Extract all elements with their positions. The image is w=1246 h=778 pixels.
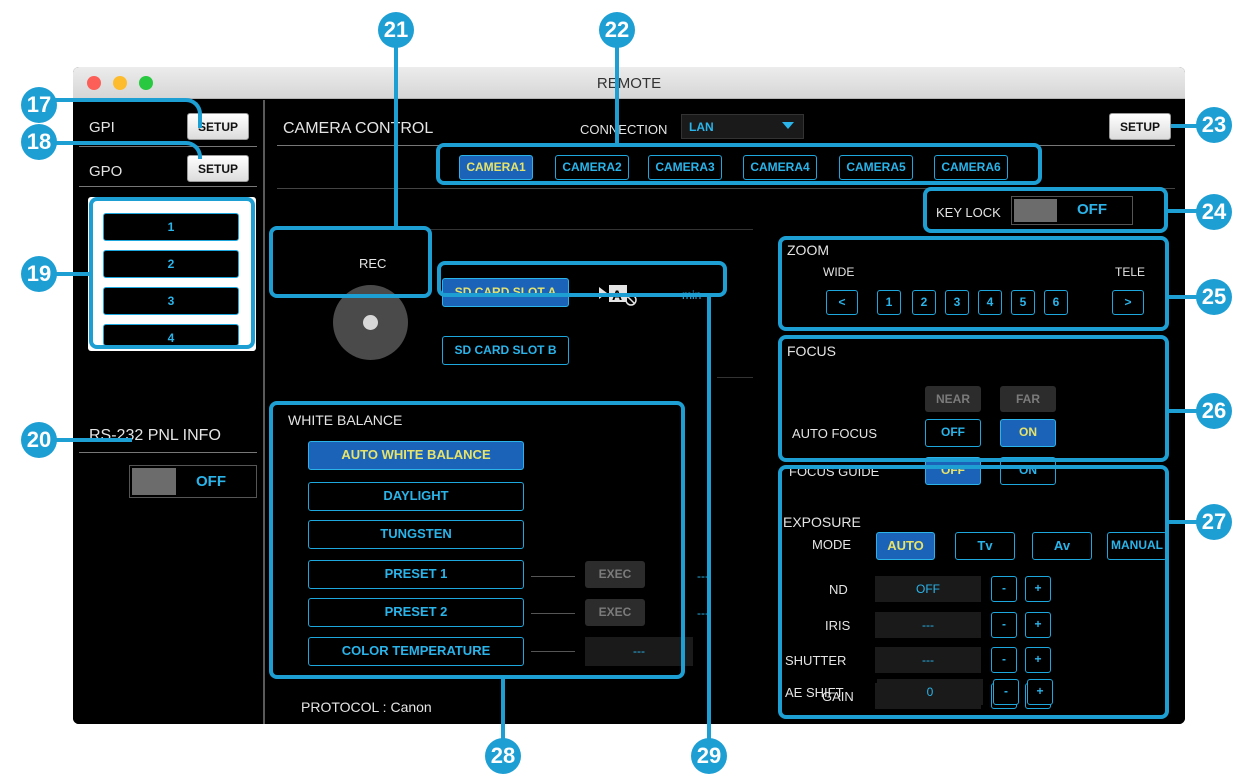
callout-badge-17: 17 bbox=[21, 87, 57, 123]
divider bbox=[79, 452, 257, 453]
connector-24 bbox=[1168, 209, 1198, 213]
callout-badge-28: 28 bbox=[485, 738, 521, 774]
callout-badge-25: 25 bbox=[1196, 279, 1232, 315]
connector-17 bbox=[42, 98, 202, 128]
callout-badge-23: 23 bbox=[1196, 107, 1232, 143]
callout-badge-26: 26 bbox=[1196, 393, 1232, 429]
callout-badge-19: 19 bbox=[21, 256, 57, 292]
window-title: REMOTE bbox=[596, 75, 662, 92]
divider bbox=[79, 186, 257, 187]
rs232-label: RS-232 PNL INFO bbox=[89, 427, 221, 444]
callout-frame-27 bbox=[778, 465, 1169, 719]
chevron-down-icon bbox=[782, 122, 794, 129]
camera-setup-button[interactable]: SETUP bbox=[1109, 113, 1171, 140]
sd-slot-b-button[interactable]: SD CARD SLOT B bbox=[442, 336, 569, 365]
connector-27 bbox=[1169, 520, 1199, 524]
gpo-setup-button[interactable]: SETUP bbox=[187, 155, 249, 182]
callout-badge-27: 27 bbox=[1196, 504, 1232, 540]
toggle-knob bbox=[132, 468, 176, 495]
callout-frame-21 bbox=[269, 226, 432, 298]
callout-frame-29 bbox=[437, 261, 727, 297]
callout-badge-24: 24 bbox=[1196, 194, 1232, 230]
title-bar: REMOTE bbox=[73, 67, 1185, 99]
left-panel: GPI SETUP GPO SETUP 1 2 3 4 RS-232 PNL I… bbox=[73, 100, 265, 724]
gpo-label: GPO bbox=[89, 163, 123, 180]
protocol-label: PROTOCOL : Canon bbox=[301, 699, 432, 715]
callout-badge-29: 29 bbox=[691, 738, 727, 774]
camera-control-title: CAMERA CONTROL bbox=[283, 120, 434, 137]
rs232-toggle[interactable]: OFF bbox=[129, 465, 257, 498]
connection-label: CONNECTION bbox=[580, 122, 668, 137]
connection-select[interactable]: LAN bbox=[681, 114, 804, 139]
callout-badge-18: 18 bbox=[21, 124, 57, 160]
connector-25 bbox=[1169, 295, 1199, 299]
rs232-toggle-value: OFF bbox=[196, 473, 226, 490]
callout-frame-28 bbox=[269, 401, 685, 679]
connection-value: LAN bbox=[689, 120, 714, 134]
connector-26 bbox=[1169, 409, 1199, 413]
connector-22 bbox=[615, 38, 619, 144]
connector-18 bbox=[42, 141, 202, 159]
callout-frame-25 bbox=[778, 236, 1169, 331]
connector-23 bbox=[1171, 124, 1199, 128]
connector-29 bbox=[707, 297, 711, 741]
callout-badge-20: 20 bbox=[21, 422, 57, 458]
callout-frame-24 bbox=[923, 187, 1168, 233]
divider bbox=[717, 377, 753, 378]
connector-21 bbox=[394, 38, 398, 228]
callout-badge-21: 21 bbox=[378, 12, 414, 48]
connector-28 bbox=[501, 679, 505, 741]
callout-frame-26 bbox=[778, 335, 1169, 462]
rec-indicator bbox=[363, 315, 378, 330]
callout-frame-19 bbox=[89, 197, 255, 349]
callout-badge-22: 22 bbox=[599, 12, 635, 48]
callout-frame-22 bbox=[436, 143, 1042, 185]
